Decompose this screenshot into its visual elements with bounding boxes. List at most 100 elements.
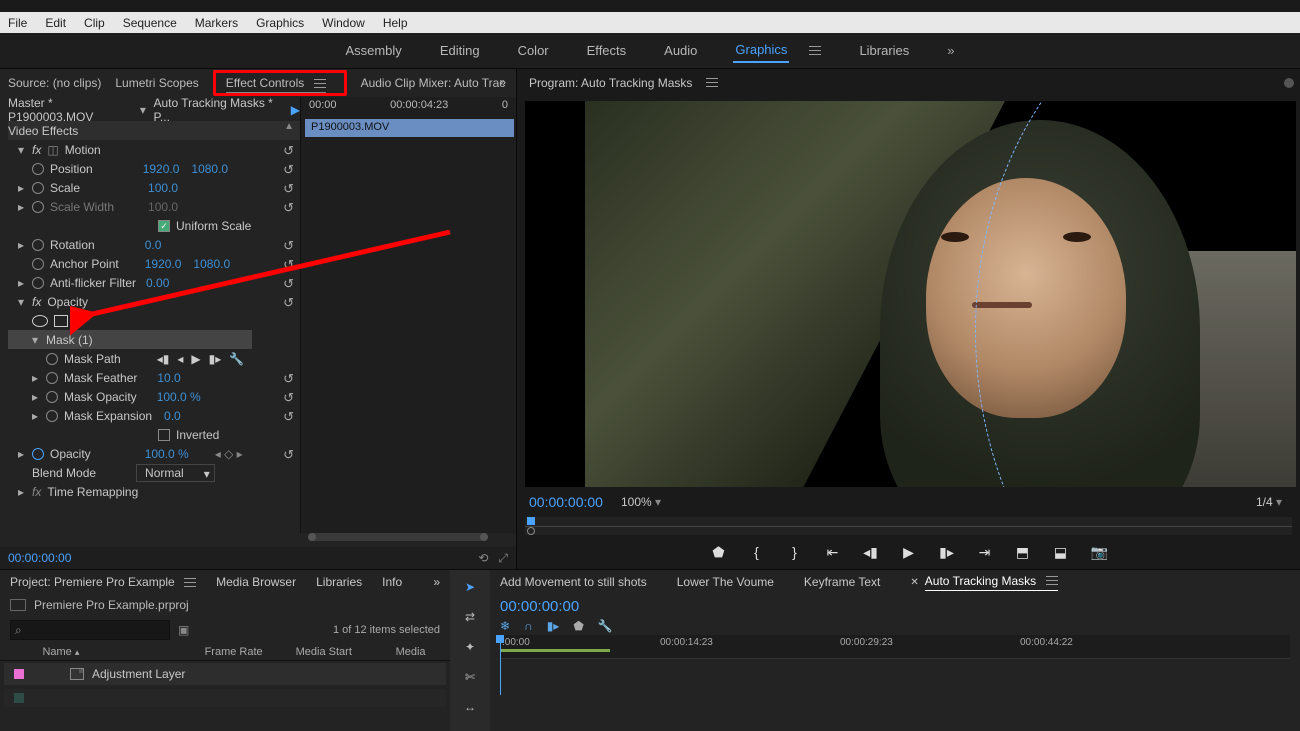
- position-x[interactable]: 1920.0: [143, 162, 180, 176]
- anchor-x[interactable]: 1920.0: [145, 257, 182, 271]
- menu-help[interactable]: Help: [383, 16, 408, 30]
- ws-libraries[interactable]: Libraries: [857, 39, 911, 62]
- time-remapping[interactable]: Time Remapping: [47, 485, 138, 499]
- track-back-icon[interactable]: ◂: [177, 352, 183, 366]
- reset-icon[interactable]: ↺: [283, 276, 294, 293]
- timeline-timecode[interactable]: 00:00:00:00: [500, 598, 579, 615]
- ws-graphics[interactable]: Graphics: [733, 38, 789, 63]
- anchor-y[interactable]: 1080.0: [193, 257, 230, 271]
- mask-opacity-val[interactable]: 100.0 %: [157, 390, 201, 404]
- tab-media-browser[interactable]: Media Browser: [216, 575, 296, 589]
- out-point-icon[interactable]: }: [787, 544, 803, 560]
- mask-expansion-val[interactable]: 0.0: [164, 409, 181, 423]
- razor-icon[interactable]: ✄: [465, 670, 475, 684]
- track-wrench-icon[interactable]: 🔧: [229, 352, 244, 366]
- mask-outline[interactable]: [975, 101, 1296, 487]
- inverted-checkbox[interactable]: ✓: [158, 429, 170, 441]
- ws-color[interactable]: Color: [516, 39, 551, 62]
- tab-effect-controls[interactable]: Effect Controls: [226, 76, 326, 93]
- menu-graphics[interactable]: Graphics: [256, 16, 304, 30]
- mask-item[interactable]: Mask (1): [46, 333, 93, 347]
- step-back-icon[interactable]: ◂▮: [863, 544, 879, 561]
- reset-icon[interactable]: ↺: [283, 162, 294, 179]
- tab-audio-mixer[interactable]: Audio Clip Mixer: Auto Trac: [361, 76, 506, 90]
- tab-lumetri[interactable]: Lumetri Scopes: [115, 76, 198, 90]
- selection-tool-icon[interactable]: ➤: [465, 580, 475, 594]
- ws-editing[interactable]: Editing: [438, 39, 482, 62]
- reset-icon[interactable]: ↺: [283, 390, 294, 407]
- ellipse-mask-icon[interactable]: [32, 315, 48, 327]
- reset-icon[interactable]: ↺: [283, 295, 294, 312]
- program-tab[interactable]: Program: Auto Tracking Masks: [529, 76, 692, 90]
- ec-clip-bar[interactable]: P1900003.MOV: [305, 119, 514, 137]
- seq-tab-2[interactable]: Lower The Voume: [677, 575, 774, 589]
- menu-file[interactable]: File: [8, 16, 27, 30]
- menu-window[interactable]: Window: [322, 16, 365, 30]
- tab-project[interactable]: Project: Premiere Pro Example: [10, 575, 196, 589]
- stopwatch-icon[interactable]: [32, 258, 44, 270]
- track-select-icon[interactable]: ⇄: [465, 610, 475, 624]
- program-viewport[interactable]: [525, 101, 1296, 487]
- col-media[interactable]: Media: [396, 646, 440, 658]
- work-area[interactable]: [500, 649, 610, 652]
- linked-sel-icon[interactable]: ∩: [524, 619, 533, 633]
- project-overflow[interactable]: »: [433, 575, 440, 589]
- in-point-icon[interactable]: {: [749, 544, 765, 560]
- reset-icon[interactable]: ↺: [283, 200, 294, 217]
- seq-tab-3[interactable]: Keyframe Text: [804, 575, 880, 589]
- seq-tab-1[interactable]: Add Movement to still shots: [500, 575, 647, 589]
- stopwatch-icon[interactable]: [46, 391, 58, 403]
- tl-scroll-handle[interactable]: [1284, 78, 1294, 88]
- aff-val[interactable]: 0.00: [146, 276, 169, 290]
- step-fwd-icon[interactable]: ▮▸: [939, 544, 955, 561]
- blend-mode-dropdown[interactable]: Normal▾: [136, 464, 215, 482]
- rotation-val[interactable]: 0.0: [145, 238, 162, 252]
- tab-libraries[interactable]: Libraries: [316, 575, 362, 589]
- stopwatch-icon[interactable]: [32, 277, 44, 289]
- ec-tool2-icon[interactable]: ⤢: [498, 551, 508, 566]
- motion-effect[interactable]: Motion: [65, 143, 101, 157]
- col-framerate[interactable]: Frame Rate: [205, 646, 276, 658]
- tab-info[interactable]: Info: [382, 575, 402, 589]
- position-y[interactable]: 1080.0: [191, 162, 228, 176]
- col-name[interactable]: Name ▴: [42, 646, 184, 658]
- mask-feather-val[interactable]: 10.0: [157, 371, 180, 385]
- menu-sequence[interactable]: Sequence: [123, 16, 177, 30]
- menu-markers[interactable]: Markers: [195, 16, 238, 30]
- ec-sequence-link[interactable]: Auto Tracking Masks * P...: [153, 96, 284, 124]
- project-row[interactable]: [4, 689, 446, 707]
- menu-clip[interactable]: Clip: [84, 16, 105, 30]
- panel-menu-icon[interactable]: [314, 79, 326, 89]
- export-frame-icon[interactable]: 📷: [1091, 544, 1107, 561]
- zoom-dropdown[interactable]: 100% ▾: [621, 495, 661, 509]
- panel-menu-icon[interactable]: [706, 78, 718, 88]
- menu-edit[interactable]: Edit: [45, 16, 66, 30]
- ec-timecode[interactable]: 00:00:00:00: [8, 551, 71, 565]
- opacity-val[interactable]: 100.0 %: [145, 447, 189, 461]
- col-mediastart[interactable]: Media Start: [296, 646, 376, 658]
- marker-add-icon[interactable]: ⬟: [711, 544, 727, 561]
- timeline-playhead[interactable]: [500, 635, 501, 695]
- filter-icon[interactable]: ▣: [178, 623, 189, 637]
- slip-icon[interactable]: ↔: [464, 700, 476, 714]
- extract-icon[interactable]: ⬓: [1053, 544, 1069, 561]
- project-row[interactable]: Adjustment Layer: [4, 663, 446, 685]
- tl-marker-icon[interactable]: ⬟: [573, 619, 583, 633]
- ws-assembly[interactable]: Assembly: [343, 39, 403, 62]
- reset-icon[interactable]: ↺: [283, 257, 294, 274]
- lift-icon[interactable]: ⬒: [1015, 544, 1031, 561]
- ws-overflow[interactable]: »: [945, 39, 956, 62]
- pen-mask-icon[interactable]: ✎: [74, 314, 84, 328]
- marker-icon[interactable]: [527, 527, 535, 535]
- stopwatch-icon[interactable]: [32, 182, 44, 194]
- reset-icon[interactable]: ↺: [283, 371, 294, 388]
- close-tab-icon[interactable]: ✕: [910, 577, 918, 588]
- go-in-icon[interactable]: ⇤: [825, 544, 841, 561]
- reset-icon[interactable]: ↺: [283, 181, 294, 198]
- ws-options-icon[interactable]: [801, 41, 823, 61]
- ws-effects[interactable]: Effects: [585, 39, 629, 62]
- track-play-icon[interactable]: ▶: [191, 352, 200, 366]
- uniform-scale-checkbox[interactable]: ✓: [158, 220, 170, 232]
- reset-icon[interactable]: ↺: [283, 143, 294, 160]
- timeline-ruler[interactable]: :00:00 00:00:14:23 00:00:29:23 00:00:44:…: [500, 635, 1290, 659]
